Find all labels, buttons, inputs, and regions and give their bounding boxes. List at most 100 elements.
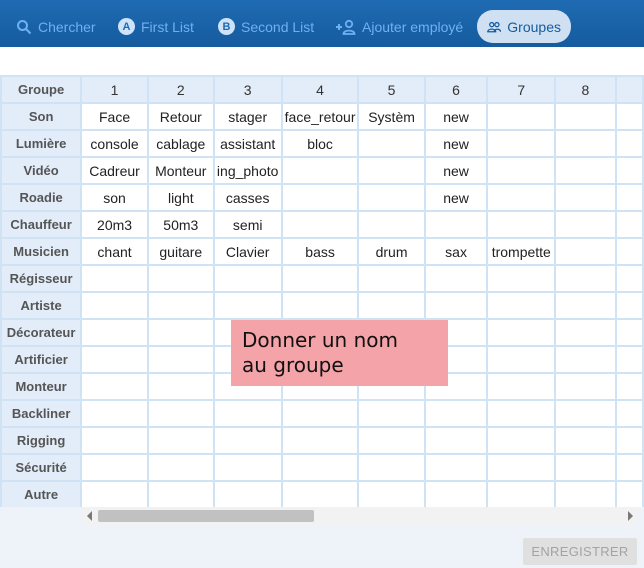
table-cell[interactable] [212,291,283,320]
table-cell[interactable] [486,183,557,212]
scrollbar-thumb[interactable] [98,510,314,522]
table-cell-overflow[interactable] [614,102,644,131]
table-cell[interactable] [212,399,283,428]
table-cell-overflow[interactable] [614,372,644,401]
table-cell[interactable] [486,156,557,185]
table-cell[interactable]: ing_photo [212,156,283,185]
scroll-right-icon[interactable] [628,511,633,521]
table-cell[interactable] [486,453,557,482]
table-cell[interactable] [486,345,557,374]
table-cell[interactable] [357,264,426,293]
table-cell[interactable] [212,264,283,293]
table-cell[interactable] [554,291,617,320]
table-cell[interactable] [146,345,215,374]
table-cell[interactable] [554,102,617,131]
table-cell[interactable] [554,372,617,401]
table-cell[interactable] [280,210,360,239]
table-cell[interactable]: drum [357,237,426,266]
table-cell[interactable] [80,399,149,428]
table-cell-overflow[interactable] [614,399,644,428]
table-cell[interactable] [280,426,360,455]
table-cell[interactable] [554,426,617,455]
table-cell[interactable]: casses [212,183,283,212]
table-cell[interactable] [554,183,617,212]
table-cell[interactable]: semi [212,210,283,239]
table-cell-overflow[interactable] [614,264,644,293]
table-cell[interactable]: Retour [146,102,215,131]
table-cell[interactable] [423,399,489,428]
table-cell[interactable]: new [423,156,489,185]
table-cell[interactable]: 50m3 [146,210,215,239]
table-cell-overflow[interactable] [614,318,644,347]
ajouter-employe-button[interactable]: Ajouter employé [326,10,473,43]
table-cell[interactable]: face_retour [280,102,360,131]
table-cell-overflow[interactable] [614,156,644,185]
horizontal-scrollbar[interactable] [82,507,638,525]
table-cell[interactable] [486,210,557,239]
table-cell[interactable] [423,264,489,293]
table-cell[interactable]: chant [80,237,149,266]
table-cell-overflow[interactable] [614,453,644,482]
table-cell[interactable] [212,453,283,482]
table-cell[interactable] [554,318,617,347]
table-cell[interactable] [280,480,360,507]
table-cell-overflow[interactable] [614,345,644,374]
table-cell-overflow[interactable] [614,426,644,455]
table-cell-overflow[interactable] [614,210,644,239]
table-cell[interactable]: new [423,102,489,131]
table-cell[interactable] [423,453,489,482]
table-cell[interactable] [486,291,557,320]
table-cell-overflow[interactable] [614,291,644,320]
table-cell[interactable] [554,210,617,239]
table-cell[interactable] [554,399,617,428]
table-cell[interactable] [554,129,617,158]
table-cell[interactable] [486,399,557,428]
table-cell[interactable]: 20m3 [80,210,149,239]
table-cell[interactable]: Monteur [146,156,215,185]
table-cell[interactable] [146,318,215,347]
table-cell[interactable] [80,426,149,455]
table-cell[interactable]: stager [212,102,283,131]
table-cell[interactable] [146,291,215,320]
table-cell[interactable]: Face [80,102,149,131]
table-cell[interactable] [554,453,617,482]
table-cell[interactable] [357,210,426,239]
table-cell[interactable] [212,426,283,455]
table-cell[interactable] [423,210,489,239]
table-cell[interactable] [80,372,149,401]
table-cell-overflow[interactable] [614,129,644,158]
table-cell[interactable]: sax [423,237,489,266]
table-cell[interactable]: bass [280,237,360,266]
table-cell[interactable] [357,480,426,507]
table-cell[interactable]: Clavier [212,237,283,266]
chercher-button[interactable]: Chercher [6,10,106,43]
table-cell[interactable] [357,426,426,455]
groupes-button[interactable]: Groupes [477,10,571,43]
first-list-button[interactable]: A First List [108,10,204,43]
table-cell[interactable] [423,426,489,455]
table-cell[interactable]: light [146,183,215,212]
table-cell[interactable]: Systèm [357,102,426,131]
table-cell[interactable] [357,183,426,212]
table-cell[interactable] [146,426,215,455]
table-cell[interactable]: cablage [146,129,215,158]
table-cell[interactable]: son [80,183,149,212]
table-cell[interactable] [486,102,557,131]
table-cell[interactable] [554,345,617,374]
table-cell[interactable] [554,264,617,293]
table-cell[interactable] [146,453,215,482]
table-cell[interactable] [423,480,489,507]
table-cell[interactable] [80,318,149,347]
table-cell[interactable]: trompette [486,237,557,266]
table-cell[interactable] [357,129,426,158]
table-cell[interactable]: console [80,129,149,158]
table-cell[interactable] [486,129,557,158]
table-cell[interactable] [357,156,426,185]
table-cell[interactable] [280,399,360,428]
table-cell[interactable] [280,453,360,482]
table-cell[interactable] [280,291,360,320]
table-cell-overflow[interactable] [614,480,644,507]
table-cell[interactable] [80,345,149,374]
table-cell[interactable] [486,372,557,401]
table-cell[interactable] [146,480,215,507]
